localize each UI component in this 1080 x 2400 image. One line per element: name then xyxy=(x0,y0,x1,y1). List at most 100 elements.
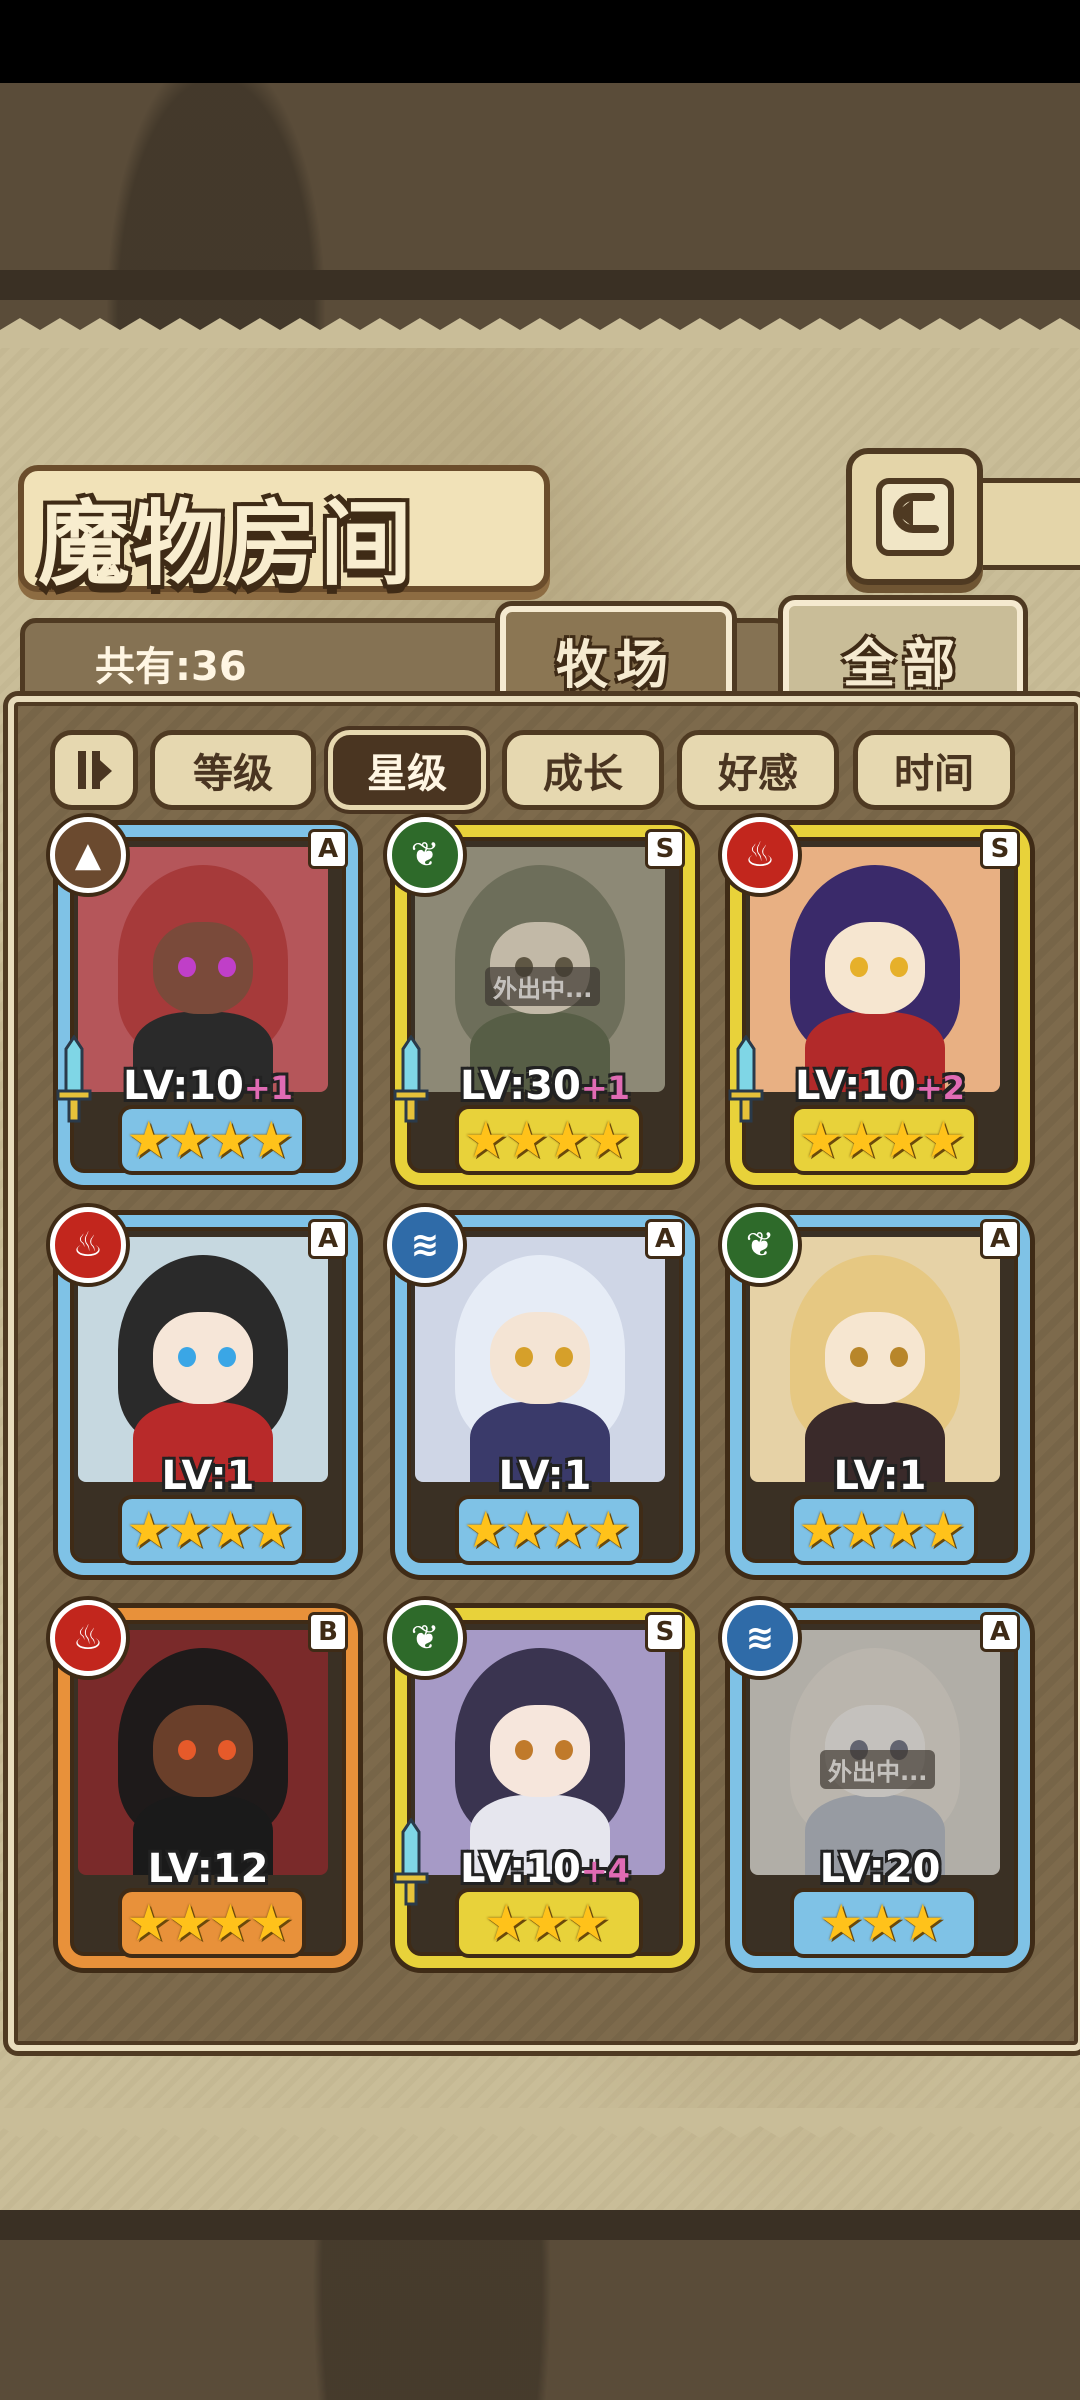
portrait-face xyxy=(153,1312,253,1404)
level-label: LV:1 xyxy=(395,1453,695,1499)
level-label: LV:10+4 xyxy=(395,1846,695,1892)
sort-toggle-icon xyxy=(78,751,112,789)
filter-time-button[interactable]: 时间 xyxy=(853,730,1015,810)
monster-count: 共有:36 xyxy=(95,644,247,690)
portrait-eye xyxy=(555,1740,573,1760)
star-rating: ★★★★ xyxy=(126,1501,293,1559)
back-arrow-icon xyxy=(875,477,954,556)
monster-portrait: 外出中... xyxy=(415,847,665,1092)
filter-star-label: 星级 xyxy=(367,751,447,797)
bottom-band xyxy=(0,2210,1080,2240)
earth-element-icon: ▲ xyxy=(50,817,126,893)
rank-badge: A xyxy=(980,1219,1020,1259)
portrait-eye xyxy=(515,1740,533,1760)
monster-portrait xyxy=(415,1630,665,1875)
monster-portrait xyxy=(750,1237,1000,1482)
portrait-eye xyxy=(515,1347,533,1367)
grass-element-icon: ❦ xyxy=(722,1207,798,1283)
star-rating: ★★★★ xyxy=(463,1501,630,1559)
portrait-eye xyxy=(555,1347,573,1367)
level-label: LV:30+1 xyxy=(395,1063,695,1109)
water-element-icon: ≋ xyxy=(387,1207,463,1283)
monster-portrait xyxy=(415,1237,665,1482)
monster-card[interactable]: B ♨ LV:12 ★★★★ xyxy=(50,1600,358,1968)
level-value: LV:1 xyxy=(833,1453,927,1499)
status-bar xyxy=(0,0,1080,83)
portrait-eye xyxy=(850,957,868,977)
tab-ranch-label: 牧场 xyxy=(555,635,676,696)
star-rating: ★★★★ xyxy=(798,1111,965,1169)
level-value: LV:1 xyxy=(161,1453,255,1499)
star-rating: ★★★★ xyxy=(126,1894,293,1952)
portrait-eye xyxy=(890,957,908,977)
rank-badge: S xyxy=(980,829,1020,869)
page-title: 魔物房间 xyxy=(38,490,415,598)
monster-card[interactable]: S ♨ LV:10+2 ★★★★ xyxy=(722,817,1030,1185)
level-value: LV:20 xyxy=(819,1846,941,1892)
portrait-eye xyxy=(890,1347,908,1367)
level-label: LV:20 xyxy=(730,1846,1030,1892)
monster-card[interactable]: A ≋ LV:1 ★★★★ xyxy=(387,1207,695,1575)
portrait-eye xyxy=(218,1347,236,1367)
rank-badge: A xyxy=(308,1219,348,1259)
portrait-face xyxy=(490,1705,590,1797)
bottom-torn-edge xyxy=(0,2108,1080,2138)
water-element-icon: ≋ xyxy=(722,1600,798,1676)
filter-level-label: 等级 xyxy=(193,751,273,797)
filter-level-button[interactable]: 等级 xyxy=(150,730,316,810)
star-rating: ★★★ xyxy=(483,1894,610,1952)
star-rating: ★★★★ xyxy=(798,1501,965,1559)
monster-portrait xyxy=(78,847,328,1092)
rank-badge: A xyxy=(980,1612,1020,1652)
top-torn-edge xyxy=(0,318,1080,348)
filter-growth-button[interactable]: 成长 xyxy=(502,730,664,810)
level-bonus: +1 xyxy=(580,1069,630,1107)
filter-affection-button[interactable]: 好感 xyxy=(677,730,839,810)
level-label: LV:10+1 xyxy=(58,1063,358,1109)
portrait-face xyxy=(825,1312,925,1404)
monster-card[interactable]: A ♨ LV:1 ★★★★ xyxy=(50,1207,358,1575)
filter-affection-label: 好感 xyxy=(718,751,798,797)
monster-card[interactable]: 外出中... A ≋ LV:20 ★★★ xyxy=(722,1600,1030,1968)
portrait-face xyxy=(153,922,253,1014)
monster-portrait xyxy=(750,847,1000,1092)
rank-badge: B xyxy=(308,1612,348,1652)
rank-badge: S xyxy=(645,1612,685,1652)
sort-toggle-button[interactable] xyxy=(50,730,138,810)
level-bonus: +2 xyxy=(915,1069,965,1107)
monster-portrait xyxy=(78,1237,328,1482)
filter-star-button[interactable]: 星级 xyxy=(328,730,486,810)
fire-element-icon: ♨ xyxy=(50,1207,126,1283)
away-status: 外出中... xyxy=(485,967,601,1006)
monster-portrait xyxy=(78,1630,328,1875)
filter-time-label: 时间 xyxy=(894,751,974,797)
level-label: LV:10+2 xyxy=(730,1063,1030,1109)
level-bonus: +4 xyxy=(580,1852,630,1890)
monster-card[interactable]: A ▲ LV:10+1 ★★★★ xyxy=(50,817,358,1185)
monster-card[interactable]: 外出中... S ❦ LV:30+1 ★★★★ xyxy=(387,817,695,1185)
portrait-eye xyxy=(218,1740,236,1760)
portrait-eye xyxy=(218,957,236,977)
level-value: LV:10 xyxy=(795,1063,916,1109)
portrait-face xyxy=(825,922,925,1014)
star-rating: ★★★ xyxy=(818,1894,945,1952)
rank-badge: A xyxy=(308,829,348,869)
level-label: LV:1 xyxy=(730,1453,1030,1499)
level-value: LV:10 xyxy=(460,1846,581,1892)
monster-card[interactable]: S ❦ LV:10+4 ★★★ xyxy=(387,1600,695,1968)
back-button[interactable] xyxy=(846,448,983,585)
star-rating: ★★★★ xyxy=(126,1111,293,1169)
level-value: LV:10 xyxy=(123,1063,244,1109)
level-value: LV:30 xyxy=(460,1063,581,1109)
rank-badge: S xyxy=(645,829,685,869)
portrait-eye xyxy=(178,1347,196,1367)
level-value: LV:1 xyxy=(498,1453,592,1499)
monster-portrait: 外出中... xyxy=(750,1630,1000,1875)
level-bonus: +1 xyxy=(243,1069,293,1107)
portrait-eye xyxy=(850,1347,868,1367)
portrait-eye xyxy=(178,1740,196,1760)
filter-growth-label: 成长 xyxy=(543,751,623,797)
monster-card[interactable]: A ❦ LV:1 ★★★★ xyxy=(722,1207,1030,1575)
rank-badge: A xyxy=(645,1219,685,1259)
star-rating: ★★★★ xyxy=(463,1111,630,1169)
